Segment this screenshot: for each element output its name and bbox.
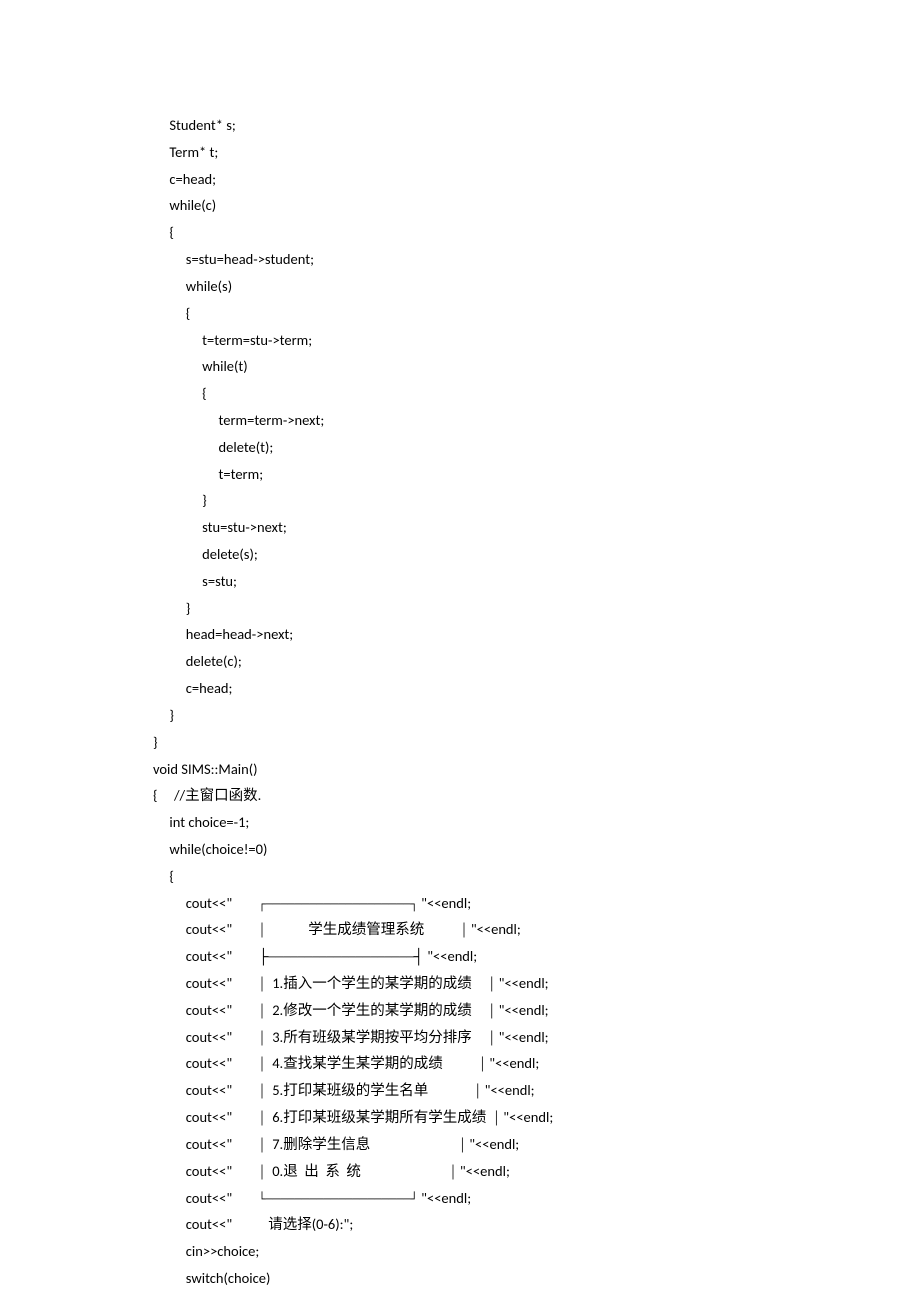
code-line: } <box>153 729 920 756</box>
code-line: Student* s; <box>153 112 920 139</box>
code-line: { <box>153 219 920 246</box>
code-line: Term* t; <box>153 139 920 166</box>
code-line: while(s) <box>153 273 920 300</box>
code-line: } <box>153 595 920 622</box>
code-line: stu=stu->next; <box>153 514 920 541</box>
code-line: cout<<" ├────────────────────┤ "<<endl; <box>153 943 920 970</box>
code-line: { //主窗口函数. <box>153 782 920 809</box>
code-line: { <box>153 380 920 407</box>
code-line: while(c) <box>153 192 920 219</box>
code-line: cin>>choice; <box>153 1238 920 1265</box>
code-line: head=head->next; <box>153 621 920 648</box>
code-line: } <box>153 702 920 729</box>
code-line: cout<<" │ 5.打印某班级的学生名单 │ "<<endl; <box>153 1077 920 1104</box>
code-line: cout<<" │ 学生成绩管理系统 │ "<<endl; <box>153 916 920 943</box>
code-line: cout<<" │ 6.打印某班级某学期所有学生成绩 │ "<<endl; <box>153 1104 920 1131</box>
document-page: Student* s; Term* t; c=head; while(c) { … <box>0 0 920 1302</box>
code-line: cout<<" │ 2.修改一个学生的某学期的成绩 │ "<<endl; <box>153 997 920 1024</box>
code-line: cout<<" 请选择(0-6):"; <box>153 1211 920 1238</box>
code-line: cout<<" │ 1.插入一个学生的某学期的成绩 │ "<<endl; <box>153 970 920 997</box>
code-line: cout<<" │ 4.查找某学生某学期的成绩 │ "<<endl; <box>153 1050 920 1077</box>
code-line: int choice=-1; <box>153 809 920 836</box>
code-line: c=head; <box>153 166 920 193</box>
code-line: t=term=stu->term; <box>153 327 920 354</box>
code-line: cout<<" │ 0.退 出 系 统 │ "<<endl; <box>153 1158 920 1185</box>
code-line: { <box>153 300 920 327</box>
code-line: delete(s); <box>153 541 920 568</box>
code-line: while(choice!=0) <box>153 836 920 863</box>
code-line: cout<<" └────────────────────┘ "<<endl; <box>153 1185 920 1212</box>
code-line: delete(c); <box>153 648 920 675</box>
code-line: s=stu=head->student; <box>153 246 920 273</box>
code-line: while(t) <box>153 353 920 380</box>
code-line: { <box>153 863 920 890</box>
code-line: term=term->next; <box>153 407 920 434</box>
code-line: cout<<" ┌────────────────────┐ "<<endl; <box>153 890 920 917</box>
code-line: c=head; <box>153 675 920 702</box>
code-line: cout<<" │ 3.所有班级某学期按平均分排序 │ "<<endl; <box>153 1024 920 1051</box>
code-line: switch(choice) <box>153 1265 920 1292</box>
code-line: cout<<" │ 7.删除学生信息 │ "<<endl; <box>153 1131 920 1158</box>
code-line: s=stu; <box>153 568 920 595</box>
code-line: void SIMS::Main() <box>153 756 920 783</box>
code-line: t=term; <box>153 461 920 488</box>
code-line: } <box>153 487 920 514</box>
code-line: delete(t); <box>153 434 920 461</box>
